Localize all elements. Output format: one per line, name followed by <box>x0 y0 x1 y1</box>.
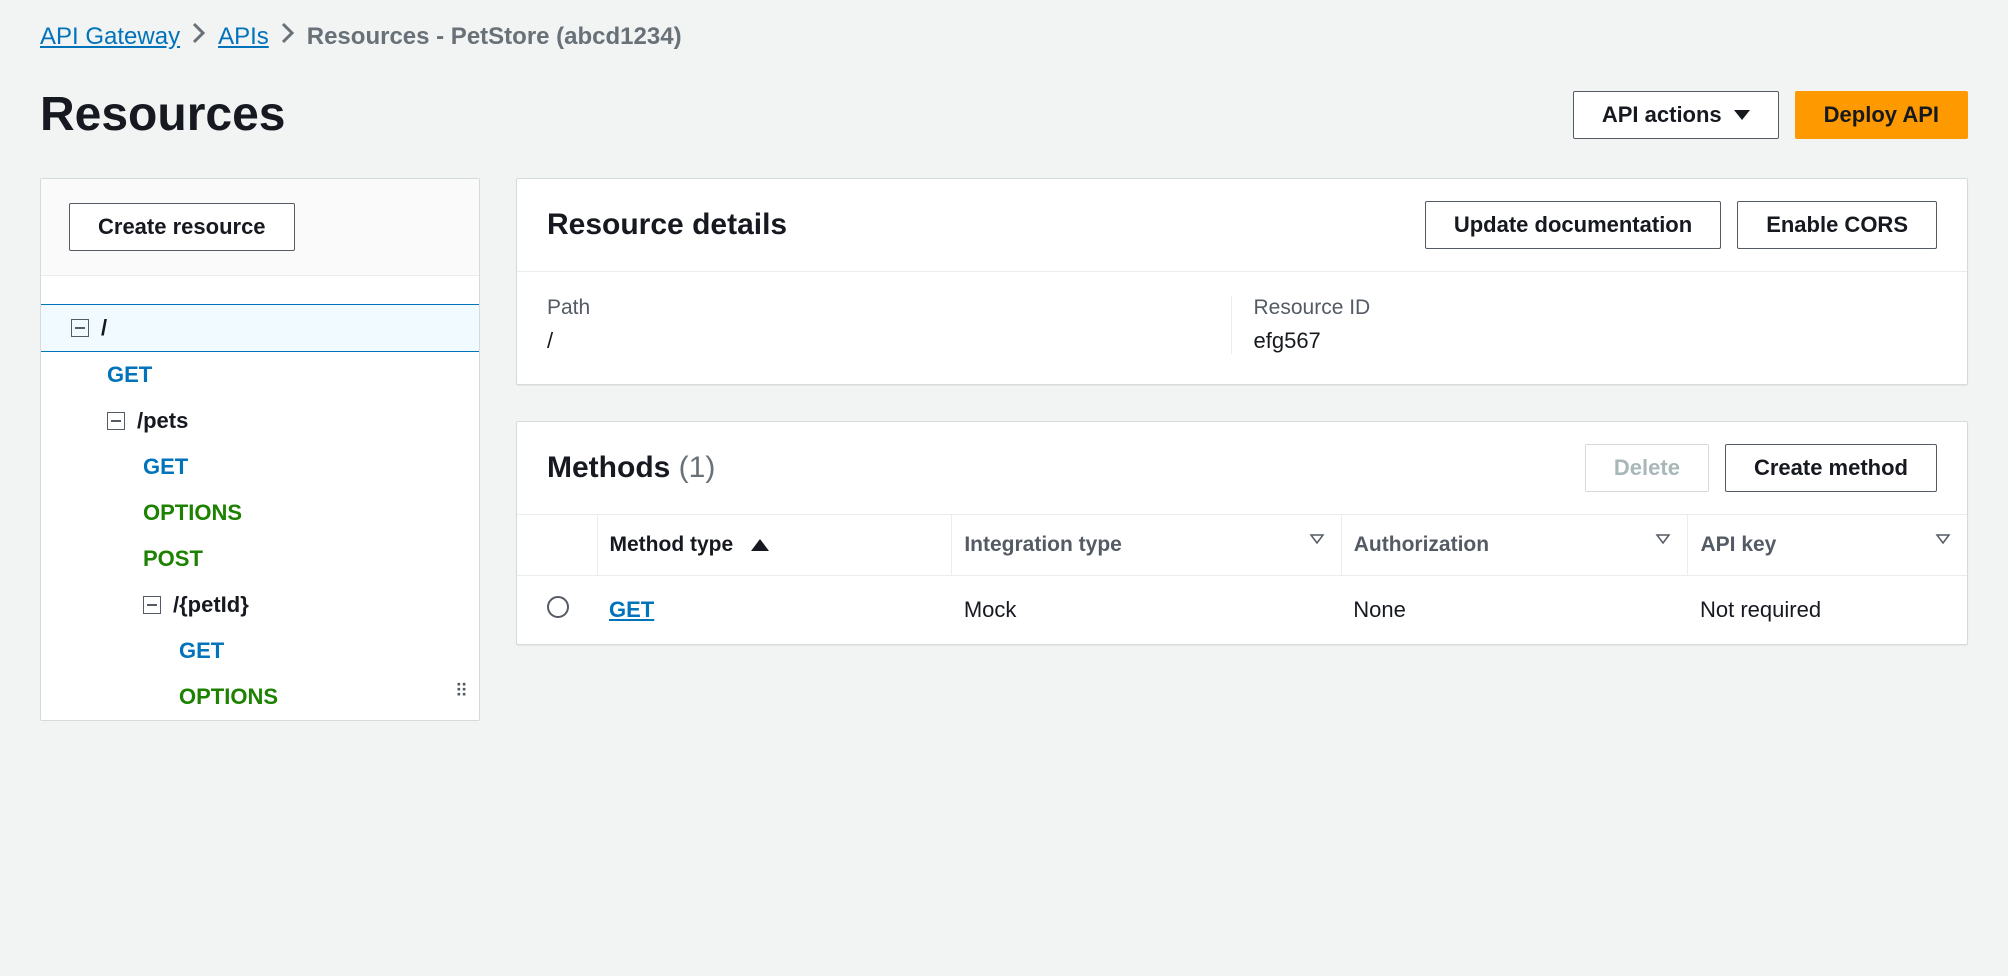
create-method-button[interactable]: Create method <box>1725 444 1937 492</box>
method-label: OPTIONS <box>179 684 278 710</box>
tree-label: / <box>101 315 107 341</box>
tree-row-root[interactable]: / <box>41 304 479 352</box>
collapse-icon[interactable] <box>143 596 161 614</box>
tree-row-pets[interactable]: /pets <box>41 398 479 444</box>
cell-authorization: None <box>1341 576 1688 645</box>
api-actions-label: API actions <box>1602 102 1722 128</box>
resource-details-title: Resource details <box>547 208 787 242</box>
sort-icon <box>1309 533 1323 547</box>
chevron-right-icon <box>281 22 295 51</box>
delete-method-button[interactable]: Delete <box>1585 444 1709 492</box>
tree-label: /{petId} <box>173 592 249 618</box>
resource-tree-sidebar: Create resource / GET /pets GET O <box>40 178 480 721</box>
breadcrumb-link-api-gateway[interactable]: API Gateway <box>40 23 180 51</box>
th-method-type[interactable]: Method type <box>597 515 952 576</box>
page-header: Resources API actions Deploy API <box>40 87 1968 142</box>
breadcrumb-current: Resources - PetStore (abcd1234) <box>307 23 682 51</box>
method-label: GET <box>143 454 188 480</box>
sort-icon <box>1935 533 1949 547</box>
table-row[interactable]: GET Mock None Not required <box>517 576 1967 645</box>
kv-path: Path / <box>547 296 1231 354</box>
collapse-icon[interactable] <box>71 319 89 337</box>
tree-row-method[interactable]: GET <box>41 628 479 674</box>
cell-api-key: Not required <box>1688 576 1967 645</box>
resize-handle-icon[interactable]: ⠿ <box>455 681 469 702</box>
method-label: GET <box>107 362 152 388</box>
kv-resource-id: Resource ID efg567 <box>1231 296 1938 354</box>
breadcrumb: API Gateway APIs Resources - PetStore (a… <box>40 0 1968 87</box>
methods-panel: Methods (1) Delete Create method Method … <box>516 421 1968 645</box>
sort-asc-icon <box>751 539 769 551</box>
tree-row-method[interactable]: OPTIONS <box>41 490 479 536</box>
resource-tree: / GET /pets GET OPTIONS POST <box>41 276 479 720</box>
kv-value: efg567 <box>1254 328 1938 354</box>
resource-details-panel: Resource details Update documentation En… <box>516 178 1968 385</box>
tree-row-method[interactable]: OPTIONS <box>41 674 479 720</box>
methods-count: (1) <box>679 451 716 484</box>
tree-row-petid[interactable]: /{petId} <box>41 582 479 628</box>
methods-table: Method type Integration type Authoriza <box>517 515 1967 644</box>
th-api-key[interactable]: API key <box>1688 515 1967 576</box>
method-label: GET <box>179 638 224 664</box>
tree-row-method[interactable]: GET <box>41 352 479 398</box>
tree-row-method[interactable]: GET <box>41 444 479 490</box>
th-integration-type[interactable]: Integration type <box>952 515 1341 576</box>
update-documentation-button[interactable]: Update documentation <box>1425 201 1721 249</box>
deploy-api-button[interactable]: Deploy API <box>1795 91 1968 139</box>
kv-value: / <box>547 328 1231 354</box>
methods-title: Methods (1) <box>547 451 715 485</box>
chevron-right-icon <box>192 22 206 51</box>
kv-label: Resource ID <box>1254 296 1938 320</box>
th-authorization[interactable]: Authorization <box>1341 515 1688 576</box>
cell-integration: Mock <box>952 576 1341 645</box>
page-title: Resources <box>40 87 285 142</box>
enable-cors-button[interactable]: Enable CORS <box>1737 201 1937 249</box>
tree-row-method[interactable]: POST <box>41 536 479 582</box>
sort-icon <box>1655 533 1669 547</box>
method-label: OPTIONS <box>143 500 242 526</box>
breadcrumb-link-apis[interactable]: APIs <box>218 23 269 51</box>
create-resource-button[interactable]: Create resource <box>69 203 295 251</box>
method-link[interactable]: GET <box>609 597 654 622</box>
th-select <box>517 515 597 576</box>
method-label: POST <box>143 546 203 572</box>
kv-label: Path <box>547 296 1231 320</box>
tree-label: /pets <box>137 408 188 434</box>
radio-select[interactable] <box>547 596 569 618</box>
api-actions-button[interactable]: API actions <box>1573 91 1779 139</box>
collapse-icon[interactable] <box>107 412 125 430</box>
caret-down-icon <box>1734 110 1750 120</box>
